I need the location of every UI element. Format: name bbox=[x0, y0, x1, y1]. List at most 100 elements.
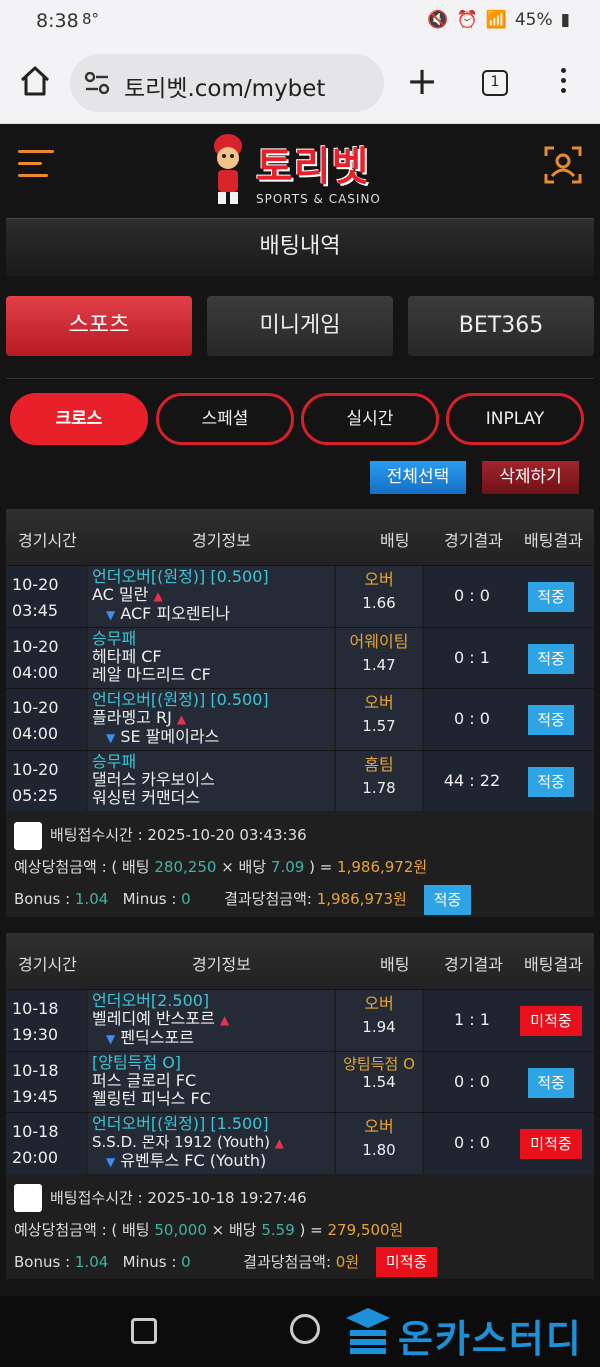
select-all-button[interactable]: 전체선택 bbox=[370, 461, 466, 494]
market-label: 언더오버[(원정)] [1.500] bbox=[92, 1114, 269, 1133]
bet-slip: 경기시간 경기정보 배팅 경기결과 배팅결과 10-20 03:45 언더오버[(… bbox=[6, 509, 594, 917]
minus-value: 0 bbox=[181, 1252, 191, 1271]
match-score: 0 : 0 bbox=[424, 566, 520, 627]
bet-result: 적중 bbox=[520, 627, 594, 688]
watermark-text: 온카스터디 bbox=[398, 1317, 583, 1361]
result-badge: 적중 bbox=[528, 1067, 574, 1098]
bet-result: 미적중 bbox=[520, 990, 594, 1051]
away-team: ▼ ACF 피오렌티나 bbox=[106, 604, 231, 623]
wifi-icon: 📶 bbox=[485, 10, 507, 30]
bet-pick: 오버 1.94 bbox=[336, 990, 422, 1051]
away-team: ▼ SE 팔메이라스 bbox=[106, 727, 220, 746]
final-result-badge: 적중 bbox=[423, 884, 472, 915]
market-label: 언더오버[(원정)] [0.500] bbox=[92, 567, 269, 586]
up-arrow-icon: ▲ bbox=[274, 1136, 284, 1150]
watermark: 온카스터디 bbox=[342, 1304, 592, 1361]
pill-cross[interactable]: 크로스 bbox=[10, 393, 148, 445]
mascot-icon bbox=[214, 134, 242, 204]
bet-pick: 오버 1.80 bbox=[336, 1113, 422, 1174]
match-time: 10-20 04:00 bbox=[6, 689, 86, 750]
site-settings-icon[interactable] bbox=[84, 72, 110, 94]
result-badge: 미적중 bbox=[520, 1006, 582, 1036]
tab-sports[interactable]: 스포츠 bbox=[6, 296, 192, 356]
match-score: 44 : 22 bbox=[424, 750, 520, 811]
match-time: 10-20 03:45 bbox=[6, 566, 86, 627]
expected-line: 예상당첨금액 : ( 배팅 280,250 × 배당 7.09 ) = 1,98… bbox=[14, 858, 428, 876]
home-icon[interactable] bbox=[18, 64, 52, 98]
up-arrow-icon: ▲ bbox=[219, 1013, 230, 1027]
bet-result: 적중 bbox=[520, 1051, 594, 1112]
table-row: 10-20 05:25 승무패 댈러스 카우보이스 워싱턴 커맨더스 홈팀 1.78… bbox=[6, 749, 594, 811]
tab-bet365[interactable]: BET365 bbox=[408, 296, 594, 356]
page-title: 배팅내역 bbox=[6, 218, 594, 276]
table-row: 10-20 03:45 언더오버[(원정)] [0.500] AC 밀란 ▲ ▼ … bbox=[6, 565, 594, 627]
home-button[interactable] bbox=[290, 1314, 320, 1344]
slip-summary: 배팅접수시간 : 2025-10-18 19:27:46 예상당첨금액 : ( … bbox=[6, 1173, 594, 1278]
result-badge: 적중 bbox=[528, 643, 574, 674]
total-odds: 7.09 bbox=[270, 858, 305, 876]
pill-live[interactable]: 실시간 bbox=[301, 393, 439, 445]
match-score: 0 : 1 bbox=[424, 627, 520, 688]
pill-inplay[interactable]: INPLAY bbox=[446, 393, 584, 445]
table-row: 10-20 04:00 승무패 헤타페 CF 레알 마드리드 CF 어웨이팀 1.4… bbox=[6, 626, 594, 688]
bonus-line: Bonus : 1.04 Minus : 0 결과당첨금액: 1,986,973… bbox=[14, 883, 594, 915]
site-logo[interactable]: 토리벳 SPORTS & CASINO bbox=[204, 130, 394, 214]
match-score: 0 : 0 bbox=[424, 1113, 520, 1174]
hamburger-menu-icon[interactable] bbox=[18, 150, 54, 180]
match-info: 언더오버[2.500] 벨레디예 반스포르 ▲ ▼ 펜딕스포르 bbox=[88, 990, 334, 1051]
away-team: ▼ 유벤투스 FC (Youth) bbox=[106, 1151, 267, 1170]
bonus-value: 1.04 bbox=[74, 1252, 109, 1271]
expected-payout: 1,986,972원 bbox=[337, 858, 428, 876]
bonus-value: 1.04 bbox=[74, 890, 109, 908]
up-arrow-icon: ▲ bbox=[176, 712, 187, 726]
user-profile-icon[interactable] bbox=[544, 146, 582, 184]
book-icon bbox=[346, 1308, 390, 1354]
table-row: 10-20 04:00 언더오버[(원정)] [0.500] 플라멩고 RJ ▲ … bbox=[6, 688, 594, 750]
status-bar: 8:38 8° 🔇 ⏰ 📶 45% ▮ bbox=[0, 0, 600, 42]
bet-pick: 오버 1.66 bbox=[336, 566, 422, 627]
received-time: 2025-10-20 03:43:36 bbox=[147, 826, 307, 844]
expected-payout: 279,500원 bbox=[327, 1220, 404, 1239]
match-time: 10-18 20:00 bbox=[6, 1113, 86, 1174]
more-menu-icon[interactable] bbox=[556, 68, 570, 98]
market-label: 언더오버[(원정)] [0.500] bbox=[92, 690, 269, 709]
url-text[interactable]: 토리벳.com/mybet bbox=[124, 69, 325, 103]
select-checkbox[interactable] bbox=[14, 821, 42, 850]
category-tabs: 스포츠 미니게임 BET365 bbox=[6, 296, 594, 356]
table-row: 10-18 20:00 언더오버[(원정)] [1.500] S.S.D. 몬자 … bbox=[6, 1112, 594, 1174]
expected-line: 예상당첨금액 : ( 배팅 50,000 × 배당 5.59 ) = 279,5… bbox=[14, 1220, 404, 1239]
away-team: 레알 마드리드 CF bbox=[92, 664, 211, 684]
url-bar[interactable]: 토리벳.com/mybet bbox=[70, 54, 384, 112]
result-badge: 적중 bbox=[528, 705, 574, 735]
pill-special[interactable]: 스페셜 bbox=[156, 393, 294, 445]
tab-minigame[interactable]: 미니게임 bbox=[207, 296, 393, 356]
battery-icon: ▮ bbox=[560, 10, 570, 30]
status-temp: 8° bbox=[82, 10, 100, 28]
recents-button[interactable] bbox=[131, 1318, 157, 1344]
status-icons: 🔇 ⏰ 📶 45% ▮ bbox=[427, 10, 570, 30]
table-header: 경기시간 경기정보 배팅 경기결과 배팅결과 bbox=[6, 509, 594, 565]
table-row: 10-18 19:30 언더오버[2.500] 벨레디예 반스포르 ▲ ▼ 펜딕스… bbox=[6, 989, 594, 1051]
slip-summary: 배팅접수시간 : 2025-10-20 03:43:36 예상당첨금액 : ( … bbox=[6, 811, 594, 915]
down-arrow-icon: ▼ bbox=[106, 1032, 116, 1046]
system-nav-bar: 온카스터디 bbox=[0, 1296, 600, 1367]
match-time: 10-20 04:00 bbox=[6, 627, 86, 688]
col-score: 경기결과 bbox=[444, 531, 503, 550]
result-badge: 미적중 bbox=[520, 1129, 582, 1159]
table-header: 경기시간 경기정보 배팅 경기결과 배팅결과 bbox=[6, 933, 594, 989]
new-tab-button[interactable]: + bbox=[404, 62, 440, 100]
col-time: 경기시간 bbox=[18, 955, 77, 974]
tab-switcher-button[interactable]: 1 bbox=[482, 70, 508, 96]
delete-button[interactable]: 삭제하기 bbox=[482, 461, 579, 494]
col-result: 배팅결과 bbox=[524, 955, 583, 974]
match-score: 0 : 0 bbox=[424, 689, 520, 750]
stake-amount: 50,000 bbox=[154, 1220, 207, 1239]
home-team: AC 밀란 ▲ bbox=[92, 585, 163, 604]
bet-pick: 오버 1.57 bbox=[336, 689, 422, 750]
brand-subtitle: SPORTS & CASINO bbox=[256, 192, 381, 206]
select-checkbox[interactable] bbox=[14, 1184, 42, 1212]
bet-result: 적중 bbox=[520, 750, 594, 811]
received-line: 배팅접수시간 : 2025-10-18 19:27:46 bbox=[14, 1182, 594, 1214]
battery-text: 45% bbox=[514, 10, 553, 30]
col-info: 경기정보 bbox=[192, 955, 251, 974]
